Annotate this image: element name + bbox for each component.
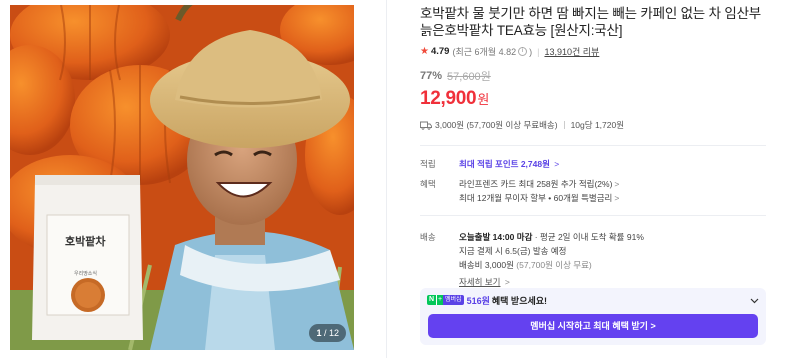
chevron-right-icon: >: [614, 179, 620, 189]
dispatch-date: 지금 결제 시 6.5(금) 발송 예정: [459, 246, 567, 256]
today-departure: 오늘출발 14:00 마감: [459, 232, 533, 242]
benefits-row: 혜택 라인프렌즈 카드 최대 258원 추가 적립(2%) > 최대 12개월 무…: [420, 179, 620, 203]
rating-value: 4.79: [430, 46, 450, 57]
membership-benefit-box: N + 멤버십 516원 혜택 받으세요! 멤버십 시작하고 최대 혜택 받기 >: [420, 288, 766, 345]
original-price: 57,600원: [447, 71, 491, 83]
unit-price: 10g당 1,720원: [570, 120, 625, 130]
original-price-row: 77% 57,600원: [420, 68, 766, 84]
product-photo: [10, 5, 354, 350]
membership-benefit-text: 혜택 받으세요!: [491, 295, 548, 306]
column-divider: [386, 0, 387, 358]
info-icon[interactable]: i: [518, 47, 528, 56]
membership-benefit-amount: 516원: [466, 295, 490, 306]
truck-icon: [420, 121, 432, 130]
arrival-probability: · 평균 2일 이내 도착 확률 91%: [532, 232, 644, 242]
rating-recent: (최근 6개월 4.82: [452, 47, 517, 57]
divider: [420, 145, 766, 146]
rating-row: ★ 4.79 (최근 6개월 4.82 i) | 13,910건 리뷰: [420, 45, 600, 58]
shipping-summary: 3,000원 (57,700원 이상 무료배송) 10g당 1,720원: [420, 119, 766, 131]
price-unit: 원: [477, 92, 490, 107]
installment-link[interactable]: 최대 12개월 무이자 할부 • 60개월 특별금리: [459, 193, 612, 203]
product-package: [32, 175, 143, 340]
start-membership-button[interactable]: 멤버십 시작하고 최대 혜택 받기 >: [428, 314, 758, 338]
review-count-link[interactable]: 13,910건 리뷰: [544, 45, 599, 58]
chevron-right-icon: >: [614, 193, 620, 203]
chevron-down-icon[interactable]: [750, 296, 759, 305]
see-more-link[interactable]: 자세히 보기: [459, 277, 500, 287]
membership-benefit-header[interactable]: N + 멤버십 516원 혜택 받으세요!: [420, 288, 766, 312]
product-title: 호박팥차 물 붓기만 하면 땀 빠지는 빼는 카페인 없는 차 임산부 늙은호박…: [420, 6, 762, 38]
max-points-link[interactable]: 최대 적립 포인트 2,748원: [459, 159, 550, 169]
chevron-right-icon: >: [554, 159, 560, 169]
chevron-right-icon: >: [504, 277, 510, 287]
card-benefit-link[interactable]: 라인프렌즈 카드 최대 258원 추가 적립(2%): [459, 179, 612, 189]
divider: [420, 215, 766, 216]
points-row: 적립 최대 적립 포인트 2,748원 >: [420, 159, 560, 169]
package-title: 호박팥차: [65, 235, 106, 248]
naver-plus-membership-badge: N + 멤버십: [427, 295, 464, 305]
shipping-fee: 3,000원 (57,700원 이상 무료배송): [435, 120, 558, 130]
star-icon: ★: [420, 46, 429, 57]
package-brand: 우리땅소식: [74, 271, 98, 277]
image-page-indicator: 1 / 12: [309, 324, 346, 342]
sale-price-row: 12,900 원: [420, 88, 766, 110]
product-info: 호박팥차 물 붓기만 하면 땀 빠지는 빼는 카페인 없는 차 임산부 늙은호박…: [420, 0, 766, 289]
sale-price: 12,900: [420, 88, 477, 109]
delivery-row: 배송 오늘출발 14:00 마감 · 평균 2일 이내 도착 확률 91% 지금…: [420, 232, 644, 287]
delivery-fee: 배송비 3,000원: [459, 260, 514, 270]
product-main-image[interactable]: 호박팥차 우리땅소식 1 / 12: [10, 5, 354, 350]
delivery-fee-note: (57,700원 이상 무료): [513, 260, 592, 270]
discount-rate: 77%: [420, 70, 443, 82]
